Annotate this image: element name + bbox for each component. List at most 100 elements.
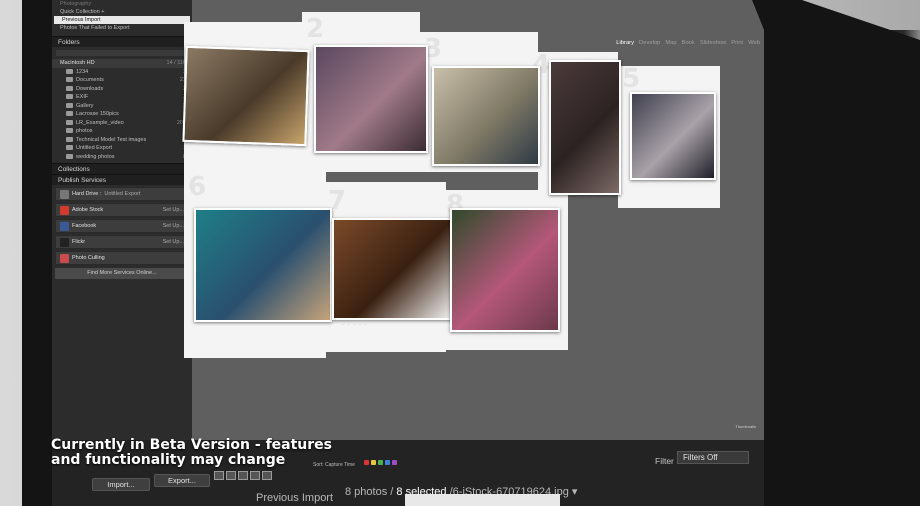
grid-view: · · ·· · ·· · · LibraryDevelopMapBookSli… (182, 0, 764, 450)
folder-icon (66, 145, 73, 151)
disk-macintosh-hd[interactable]: Macintosh HD 14 / 116 (52, 59, 192, 68)
service-list: Hard Drive : Untitled Export Adobe Stock Se… (52, 187, 192, 265)
photo-thumbnail[interactable] (314, 45, 428, 153)
service-name: Facebook (60, 221, 99, 231)
publish-service[interactable]: Facebook Set Up... (55, 219, 189, 233)
module-book[interactable]: Book (682, 40, 695, 46)
folder-name: 1234 (66, 68, 88, 77)
folder-item[interactable]: EXIF3 (52, 93, 192, 102)
folder-filter-field[interactable] (56, 50, 188, 56)
folder-name: LR_Example_video (66, 119, 124, 128)
folder-item[interactable]: Downloads2 (52, 85, 192, 94)
photo-thumbnail[interactable] (194, 208, 332, 322)
service-label: Flickr (72, 239, 86, 245)
filter-dropdown[interactable]: Filters Off (677, 451, 749, 464)
folder-icon (66, 102, 73, 108)
module-slideshow[interactable]: Slideshow (700, 40, 726, 46)
photo-thumbnail[interactable] (630, 92, 716, 180)
publish-service[interactable]: Photo Culling (55, 251, 189, 265)
quick-collection[interactable]: Quick Collection + (52, 8, 192, 16)
folder-label: Documents (76, 77, 104, 83)
people-view-icon[interactable] (262, 471, 272, 480)
folder-icon (66, 111, 73, 117)
photo-thumbnail[interactable] (450, 208, 560, 332)
grid-view-icon[interactable] (214, 471, 224, 480)
color-label-swatch[interactable] (385, 460, 390, 465)
folder-label: Lacrosse 150pics (76, 111, 119, 117)
folder-name: wedding photos (66, 153, 115, 162)
color-label-swatch[interactable] (364, 460, 369, 465)
left-panel: Photography Quick Collection + Previous … (52, 0, 192, 450)
cell-number: 6 (188, 172, 207, 202)
folder-item[interactable]: 12343 (52, 68, 192, 77)
beta-notice-line-1: Currently in Beta Version - features (51, 437, 332, 453)
folder-item[interactable]: photos1 (52, 127, 192, 136)
color-label-filters (364, 460, 397, 465)
folder-name: photos (66, 127, 93, 136)
lightroom-window: Photography Quick Collection + Previous … (52, 0, 764, 450)
filename-dropdown-icon[interactable]: ▾ (572, 486, 578, 498)
folder-item[interactable]: wedding photos8 (52, 153, 192, 162)
thumbnails-label: Thumbnails (735, 424, 756, 429)
folder-item[interactable]: Gallery1 (52, 102, 192, 111)
photo-thumbnail[interactable] (182, 45, 310, 147)
photo-thumbnail[interactable] (549, 60, 621, 195)
folder-item[interactable]: Technical Model Test images8 (52, 136, 192, 145)
service-label: Hard Drive : (72, 191, 102, 197)
module-print[interactable]: Print (731, 40, 743, 46)
service-icon (60, 205, 69, 215)
service-icon (60, 189, 69, 199)
find-more-services-button[interactable]: Find More Services Online... (55, 268, 189, 279)
folder-label: Gallery (76, 102, 94, 109)
folder-label: Downloads (76, 85, 104, 92)
folder-item[interactable]: Lacrosse 150pics4 (52, 110, 192, 119)
module-library[interactable]: Library (616, 40, 634, 46)
publish-service[interactable]: Hard Drive : Untitled Export (55, 187, 189, 201)
folder-item[interactable]: LR_Example_video 201 (52, 119, 192, 128)
folder-name: Downloads (66, 85, 103, 94)
folder-label: 1234 (76, 68, 89, 75)
beta-notice-line-2: and functionality may change (51, 452, 286, 468)
color-label-swatch[interactable] (378, 460, 383, 465)
filmstrip-source[interactable]: Previous Import (256, 492, 333, 504)
service-setup-link[interactable]: Set Up... (163, 239, 184, 245)
rating-stars[interactable]: · · · · · (342, 322, 368, 328)
export-button[interactable]: Export... (154, 474, 210, 487)
module-web[interactable]: Web (748, 40, 760, 46)
collections-header[interactable]: Collections + (52, 163, 192, 174)
collections-title: Collections (58, 166, 90, 173)
folders-header[interactable]: Folders + (52, 36, 192, 47)
import-button[interactable]: Import... (92, 478, 150, 491)
folder-name: Lacrosse 150pics (66, 110, 119, 119)
color-label-swatch[interactable] (392, 460, 397, 465)
service-label: Adobe Stock (72, 207, 104, 213)
module-map[interactable]: Map (665, 40, 676, 46)
photo-thumbnail[interactable] (332, 218, 454, 320)
folder-icon (66, 85, 73, 91)
folder-name: Technical Model Test images (66, 136, 146, 145)
failed-export[interactable]: Photos That Failed to Export (52, 24, 192, 32)
loupe-view-icon[interactable] (226, 471, 236, 480)
module-develop[interactable]: Develop (639, 40, 660, 46)
previous-import[interactable]: Previous Import (54, 16, 190, 24)
filmstrip-thumb-strip (405, 494, 560, 506)
folder-item[interactable]: Documents 23 (52, 76, 192, 85)
compare-view-icon[interactable] (238, 471, 248, 480)
photo-thumbnail[interactable] (432, 66, 540, 166)
beta-notice: Currently in Beta Version - features and… (51, 438, 332, 468)
service-icon (60, 253, 69, 263)
folder-label: EXIF (76, 94, 89, 100)
folder-icon (66, 119, 73, 125)
catalog-line[interactable]: Photography (52, 0, 192, 8)
service-name: Flickr (60, 237, 88, 247)
publish-service[interactable]: Adobe Stock Set Up... (55, 203, 189, 217)
publish-services-header[interactable]: Publish Services + (52, 174, 192, 185)
color-label-swatch[interactable] (371, 460, 376, 465)
folder-icon (66, 68, 73, 74)
survey-view-icon[interactable] (250, 471, 260, 480)
service-setup-link[interactable]: Set Up... (163, 223, 184, 229)
folder-item[interactable]: Untitled Export1 (52, 144, 192, 153)
service-name: Hard Drive : Untitled Export (60, 189, 140, 199)
publish-service[interactable]: Flickr Set Up... (55, 235, 189, 249)
service-setup-link[interactable]: Set Up... (163, 207, 184, 213)
